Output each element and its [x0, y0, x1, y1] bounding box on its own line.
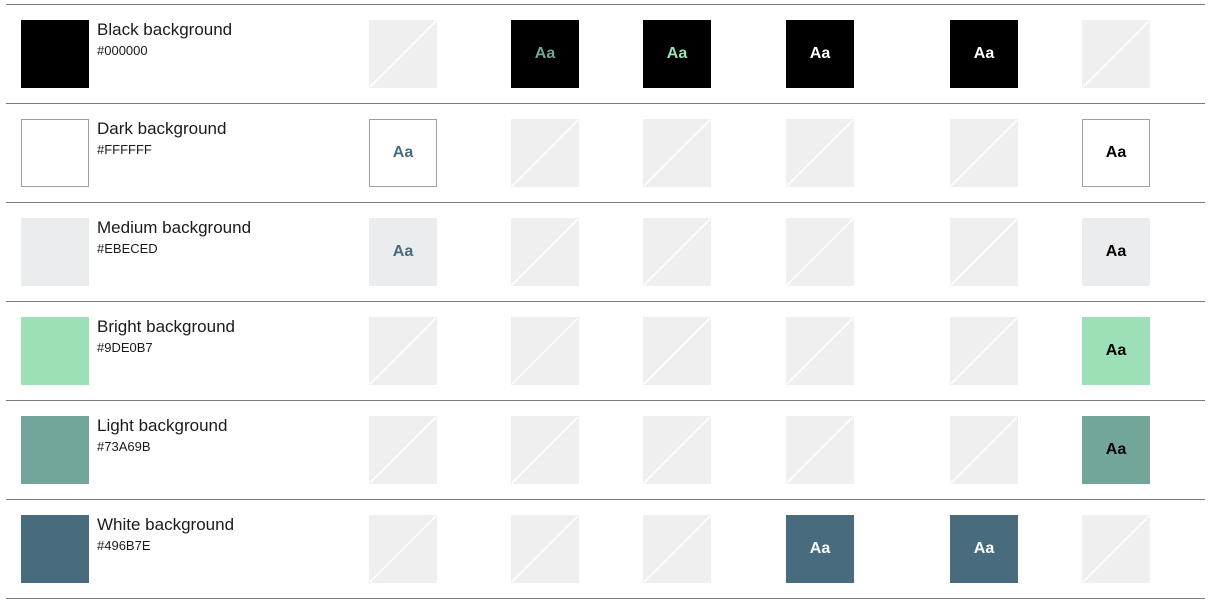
- empty-contrast-cell: [511, 119, 579, 187]
- sample-text: Aa: [1105, 144, 1127, 161]
- slash-icon: [786, 119, 854, 187]
- slash-icon: [950, 218, 1018, 286]
- hex-code: #FFFFFF: [97, 142, 152, 157]
- empty-contrast-cell: [1082, 20, 1150, 88]
- slash-icon: [643, 218, 711, 286]
- background-name: Black background: [97, 20, 233, 39]
- contrast-cell: Aa: [1082, 416, 1150, 484]
- color-swatch: [21, 218, 89, 286]
- empty-contrast-cell: [950, 218, 1018, 286]
- sample-text: Aa: [809, 45, 831, 62]
- empty-contrast-cell: [511, 317, 579, 385]
- sample-text: Aa: [666, 45, 688, 62]
- empty-contrast-cell: [511, 218, 579, 286]
- contrast-cell: Aa: [643, 20, 711, 88]
- empty-contrast-cell: [511, 515, 579, 583]
- slash-icon: [369, 317, 437, 385]
- empty-contrast-cell: [369, 317, 437, 385]
- contrast-cell: Aa: [1082, 119, 1150, 187]
- contrast-cell: Aa: [511, 20, 579, 88]
- hex-code: #73A69B: [97, 439, 151, 454]
- hex-code: #9DE0B7: [97, 340, 153, 355]
- slash-icon: [511, 515, 579, 583]
- background-name: Light background: [97, 416, 228, 435]
- slash-icon: [511, 317, 579, 385]
- sample-text: Aa: [973, 540, 995, 557]
- sample-text: Aa: [973, 45, 995, 62]
- empty-contrast-cell: [369, 416, 437, 484]
- color-contrast-grid: Black background #000000 Aa Aa Aa Aa Dar…: [0, 0, 1214, 607]
- contrast-cell: Aa: [369, 218, 437, 286]
- slash-icon: [1082, 515, 1150, 583]
- color-swatch: [21, 119, 89, 187]
- sample-text: Aa: [1105, 441, 1127, 458]
- empty-contrast-cell: [786, 317, 854, 385]
- slash-icon: [369, 20, 437, 88]
- empty-contrast-cell: [1082, 515, 1150, 583]
- empty-contrast-cell: [950, 317, 1018, 385]
- empty-contrast-cell: [369, 20, 437, 88]
- slash-icon: [950, 317, 1018, 385]
- empty-contrast-cell: [643, 119, 711, 187]
- slash-icon: [643, 515, 711, 583]
- color-swatch: [21, 317, 89, 385]
- empty-contrast-cell: [950, 416, 1018, 484]
- empty-contrast-cell: [950, 119, 1018, 187]
- background-row: White background #496B7E Aa Aa: [6, 499, 1205, 599]
- empty-contrast-cell: [643, 317, 711, 385]
- empty-contrast-cell: [786, 119, 854, 187]
- slash-icon: [511, 119, 579, 187]
- sample-text: Aa: [809, 540, 831, 557]
- background-row: Medium background #EBECED Aa Aa: [6, 202, 1205, 301]
- contrast-cell: Aa: [950, 515, 1018, 583]
- contrast-cell: Aa: [1082, 317, 1150, 385]
- color-swatch: [21, 416, 89, 484]
- hex-code: #000000: [97, 43, 148, 58]
- empty-contrast-cell: [643, 218, 711, 286]
- slash-icon: [786, 218, 854, 286]
- background-name: Dark background: [97, 119, 227, 138]
- background-row: Dark background #FFFFFF Aa Aa: [6, 103, 1205, 202]
- empty-contrast-cell: [643, 515, 711, 583]
- sample-text: Aa: [534, 45, 556, 62]
- slash-icon: [786, 416, 854, 484]
- empty-contrast-cell: [511, 416, 579, 484]
- slash-icon: [1082, 20, 1150, 88]
- sample-text: Aa: [392, 144, 414, 161]
- empty-contrast-cell: [643, 416, 711, 484]
- sample-text: Aa: [392, 243, 414, 260]
- slash-icon: [950, 416, 1018, 484]
- slash-icon: [643, 416, 711, 484]
- contrast-cell: Aa: [369, 119, 437, 187]
- sample-text: Aa: [1105, 342, 1127, 359]
- contrast-cell: Aa: [786, 20, 854, 88]
- background-row: Light background #73A69B Aa: [6, 400, 1205, 499]
- hex-code: #EBECED: [97, 241, 158, 256]
- empty-contrast-cell: [786, 416, 854, 484]
- hex-code: #496B7E: [97, 538, 151, 553]
- slash-icon: [786, 317, 854, 385]
- sample-text: Aa: [1105, 243, 1127, 260]
- background-row: Bright background #9DE0B7 Aa: [6, 301, 1205, 400]
- slash-icon: [369, 416, 437, 484]
- slash-icon: [369, 515, 437, 583]
- background-name: Bright background: [97, 317, 235, 336]
- color-swatch: [21, 20, 89, 88]
- contrast-cell: Aa: [950, 20, 1018, 88]
- slash-icon: [950, 119, 1018, 187]
- slash-icon: [511, 218, 579, 286]
- slash-icon: [643, 119, 711, 187]
- empty-contrast-cell: [786, 218, 854, 286]
- color-swatch: [21, 515, 89, 583]
- empty-contrast-cell: [369, 515, 437, 583]
- contrast-cell: Aa: [1082, 218, 1150, 286]
- contrast-cell: Aa: [786, 515, 854, 583]
- slash-icon: [511, 416, 579, 484]
- background-row: Black background #000000 Aa Aa Aa Aa: [6, 4, 1205, 103]
- background-name: Medium background: [97, 218, 252, 237]
- slash-icon: [643, 317, 711, 385]
- background-name: White background: [97, 515, 235, 534]
